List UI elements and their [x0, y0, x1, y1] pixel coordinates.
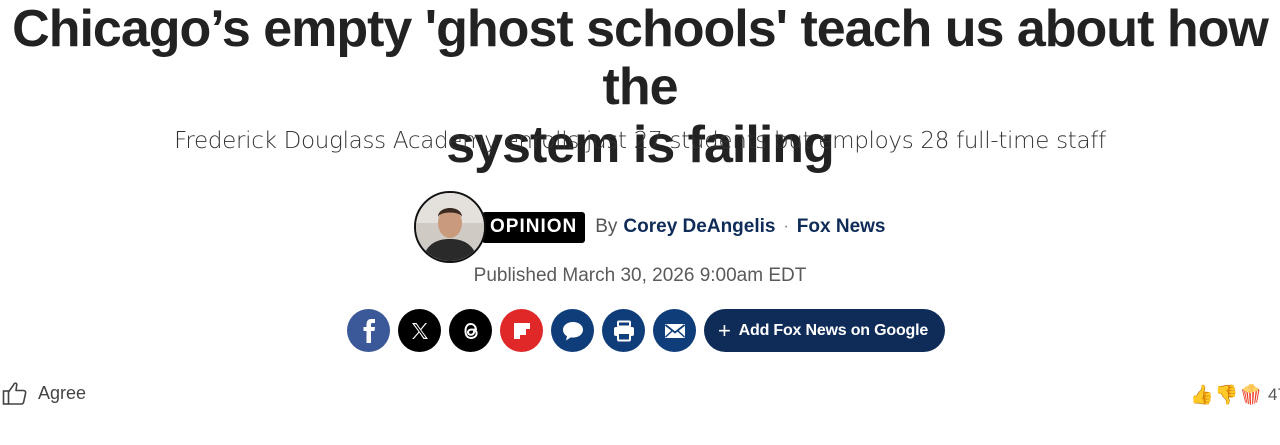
add-fox-news-on-google-button[interactable]: + Add Fox News on Google	[704, 309, 946, 352]
opinion-badge: OPINION	[482, 211, 586, 243]
thumbs-up-icon	[2, 382, 27, 405]
author-avatar[interactable]	[414, 191, 486, 263]
print-icon	[613, 320, 634, 341]
agree-label: Agree	[38, 382, 87, 403]
email-share-button[interactable]	[653, 309, 696, 352]
reactions-count: 47	[1268, 385, 1280, 404]
x-icon	[411, 322, 428, 339]
add-google-label: Add Fox News on Google	[738, 321, 929, 339]
headline-line-1: Chicago’s empty 'ghost schools' teach us…	[12, 0, 1269, 116]
thumbs-up-reaction-icon: 👍	[1190, 385, 1214, 406]
byline-separator: ·	[783, 218, 789, 235]
comments-button[interactable]	[551, 309, 594, 352]
byline-by: By	[595, 216, 618, 237]
flipboard-share-button[interactable]	[500, 309, 543, 352]
thumbs-down-reaction-icon: 👎	[1214, 385, 1239, 406]
x-share-button[interactable]	[398, 309, 441, 352]
author-link[interactable]: Corey DeAngelis	[623, 216, 775, 238]
outlet-link[interactable]: Fox News	[797, 216, 886, 238]
published-date: Published March 30, 2026 9:00am EDT	[473, 265, 807, 286]
facebook-share-button[interactable]	[347, 309, 390, 352]
threads-share-button[interactable]	[449, 309, 492, 352]
popcorn-reaction-icon: 🍿	[1239, 385, 1264, 406]
byline: OPINION By Corey DeAngelis · Fox News	[414, 190, 886, 264]
print-button[interactable]	[602, 309, 645, 352]
agree-button[interactable]: Agree	[2, 380, 86, 406]
flipboard-icon	[513, 322, 530, 339]
comment-icon	[562, 321, 583, 340]
email-icon	[664, 323, 685, 338]
author-photo-icon	[416, 193, 484, 261]
share-bar: + Add Fox News on Google	[347, 309, 946, 352]
reactions-summary[interactable]: 👍 👎 🍿 47	[1190, 383, 1280, 407]
plus-icon: +	[718, 317, 731, 343]
facebook-icon	[363, 318, 375, 343]
article-subheadline: Frederick Douglass Academy enrolls just …	[174, 128, 1106, 154]
threads-icon	[463, 322, 478, 339]
